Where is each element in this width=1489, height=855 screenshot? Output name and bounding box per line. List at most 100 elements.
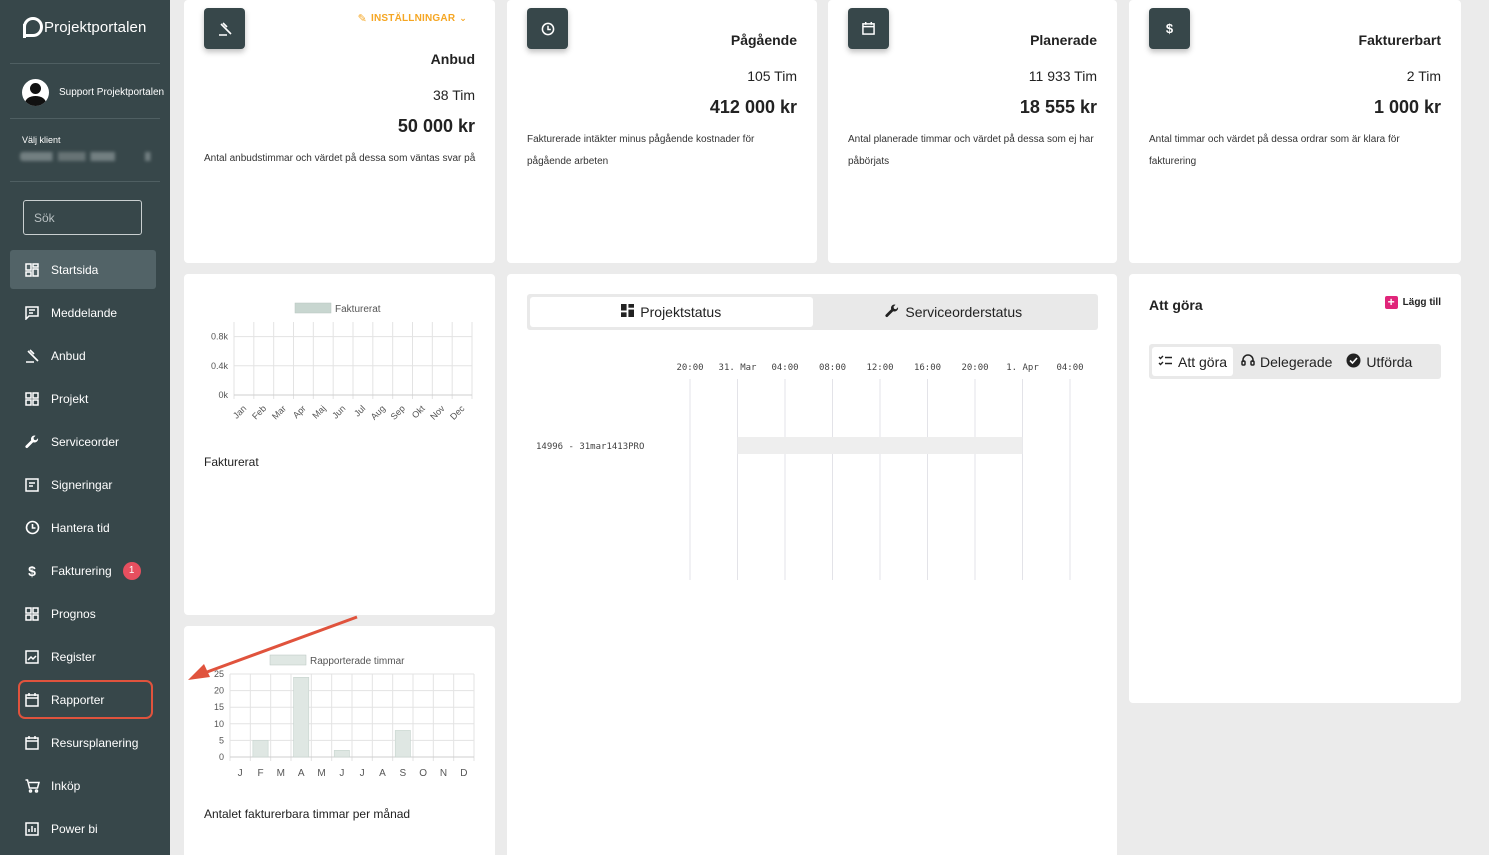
sidebar-item-startsida[interactable]: Startsida — [10, 250, 156, 289]
chart-caption: Antalet fakturerbara timmar per månad — [204, 807, 411, 821]
sidebar-item-label: Meddelande — [51, 305, 118, 320]
sidebar-item-label: Resursplanering — [51, 735, 139, 750]
x-tick-label: Maj — [310, 403, 327, 420]
stat-title: Anbud — [430, 51, 475, 67]
settings-button[interactable]: ✎ INSTÄLLNINGAR ⌄ — [358, 12, 467, 25]
sidebar-item-rapporter[interactable]: Rapporter — [18, 680, 153, 719]
y-tick-label: 5 — [219, 735, 224, 745]
settings-label: INSTÄLLNINGAR — [370, 13, 456, 24]
sidebar-item-meddelande[interactable]: Meddelande — [10, 293, 156, 332]
sidebar-item-label: Fakturering — [51, 563, 112, 578]
stat-card-anbud: ✎ INSTÄLLNINGAR ⌄ Anbud 38 Tim 50 000 kr… — [184, 0, 495, 263]
message-icon — [24, 305, 40, 321]
gantt-time-label: 20:00 — [676, 363, 703, 373]
x-tick-label: Feb — [250, 403, 268, 421]
stat-description: Antal timmar och värdet på dessa ordrar … — [1149, 134, 1400, 167]
x-tick-label: M — [277, 768, 285, 779]
stat-hours: 105 Tim — [747, 68, 797, 84]
sidebar-item-fakturering[interactable]: $ Fakturering 1 — [10, 551, 156, 590]
stat-description: Antal anbudstimmar och värdet på dessa s… — [204, 153, 476, 164]
client-label: Välj klient — [22, 135, 61, 145]
sidebar-item-projekt[interactable]: Projekt — [10, 379, 156, 418]
x-tick-label: S — [399, 768, 406, 779]
wrench-icon — [885, 303, 899, 321]
y-tick-label: 0 — [219, 752, 224, 762]
add-todo-button[interactable]: + Lägg till — [1384, 296, 1441, 309]
stat-description: Fakturerade intäkter minus pågående kost… — [527, 134, 755, 167]
stat-value: 1 000 kr — [1373, 97, 1441, 117]
sidebar-item-label: Anbud — [51, 348, 86, 363]
clock-icon — [527, 8, 568, 49]
gantt-time-label: 1. Apr — [1006, 363, 1039, 373]
plus-icon: + — [1384, 296, 1398, 309]
signature-icon — [24, 477, 40, 493]
sidebar-item-anbud[interactable]: Anbud — [10, 336, 156, 375]
sidebar-item-signeringar[interactable]: Signeringar — [10, 465, 156, 504]
todo-tabs: Att göra Delegerade Utförda — [1149, 344, 1441, 379]
chart-caption: Fakturerat — [204, 455, 259, 469]
app-name: Projektportalen — [44, 18, 147, 36]
tab-utforda[interactable]: Utförda — [1340, 347, 1418, 376]
x-tick-label: Apr — [291, 403, 308, 420]
sidebar-item-power-bi[interactable]: Power bi — [10, 809, 156, 848]
dollar-icon: $ — [1149, 8, 1190, 49]
x-tick-label: Aug — [369, 403, 387, 421]
grid-icon — [24, 391, 40, 407]
sidebar-item-label: Projekt — [51, 391, 89, 406]
stat-card-pagaende: Pågående 105 Tim 412 000 kr Fakturerade … — [507, 0, 817, 263]
bar — [333, 750, 350, 758]
tab-projektstatus[interactable]: Projektstatus — [530, 297, 813, 327]
legend-label: Rapporterade timmar — [310, 656, 405, 667]
sidebar-item-register[interactable]: Register — [10, 637, 156, 676]
invoiced-chart: Fakturerat 0k 0.4k 0.8k Jan Feb Mar Apr Maj Jun Ju… — [211, 302, 473, 422]
sidebar-item-prognos[interactable]: Prognos — [10, 594, 156, 633]
x-tick-label: D — [460, 768, 467, 779]
chart-icon — [24, 821, 40, 837]
search-input[interactable] — [23, 200, 142, 235]
x-tick-label: J — [339, 768, 344, 779]
client-selector[interactable] — [20, 152, 156, 161]
clock-icon — [24, 520, 40, 536]
bar — [252, 740, 269, 758]
user-profile[interactable]: Support Projektportalen — [22, 79, 164, 106]
sidebar-item-hantera-tid[interactable]: Hantera tid — [10, 508, 156, 547]
calendar-icon — [24, 735, 40, 751]
y-tick-label: 20 — [214, 686, 224, 696]
hours-chart-card: Rapporterade timmar 0 5 10 15 20 25 J F M A M J J A S O N… — [184, 626, 495, 855]
x-tick-label: Jul — [352, 403, 367, 418]
gantt-time-label: 08:00 — [819, 363, 846, 373]
gantt-bar — [737, 437, 1023, 454]
gavel-icon — [24, 348, 40, 364]
hours-chart: Rapporterade timmar 0 5 10 15 20 25 J F M A M J J A S O N… — [214, 654, 475, 779]
sidebar-item-label: Power bi — [51, 821, 98, 836]
sidebar-item-label: Serviceorder — [51, 434, 120, 449]
x-tick-label: A — [298, 768, 305, 779]
headset-icon — [1241, 353, 1255, 370]
sidebar-item-label: Rapporter — [51, 692, 105, 707]
sidebar-item-inkop[interactable]: Inköp — [10, 766, 156, 805]
gantt-time-label: 16:00 — [914, 363, 941, 373]
sidebar-item-label: Startsida — [51, 262, 99, 277]
stat-title: Pågående — [730, 32, 797, 48]
wrench-icon — [24, 434, 40, 450]
stat-hours: 11 933 Tim — [1028, 68, 1097, 84]
tab-delegerade[interactable]: Delegerade — [1235, 347, 1338, 376]
sidebar-item-serviceorder[interactable]: Serviceorder — [10, 422, 156, 461]
gantt-time-label: 31. Mar — [719, 363, 758, 373]
y-tick-label: 10 — [214, 719, 224, 729]
check-circle-icon — [1346, 353, 1361, 371]
sidebar-item-label: Signeringar — [51, 477, 113, 492]
tab-att-gora[interactable]: Att göra — [1152, 347, 1234, 376]
status-tabs: Projektstatus Serviceorderstatus — [527, 294, 1098, 330]
divider — [10, 63, 160, 64]
todo-card: Att göra + Lägg till Att göra Delegerade… — [1129, 274, 1461, 703]
sidebar-item-resursplanering[interactable]: Resursplanering — [10, 723, 156, 762]
sidebar-item-label: Inköp — [51, 778, 81, 793]
x-tick-label: Okt — [410, 403, 427, 420]
app-logo[interactable]: Projektportalen — [22, 16, 146, 38]
tab-serviceorderstatus[interactable]: Serviceorderstatus — [813, 297, 1096, 327]
invoiced-chart-card: Fakturerat 0k 0.4k 0.8k Jan Feb Mar Apr Maj Jun Ju… — [184, 274, 495, 615]
chevron-down-icon: ⌄ — [459, 13, 467, 23]
bar — [394, 730, 411, 758]
tab-label: Delegerade — [1260, 353, 1333, 370]
